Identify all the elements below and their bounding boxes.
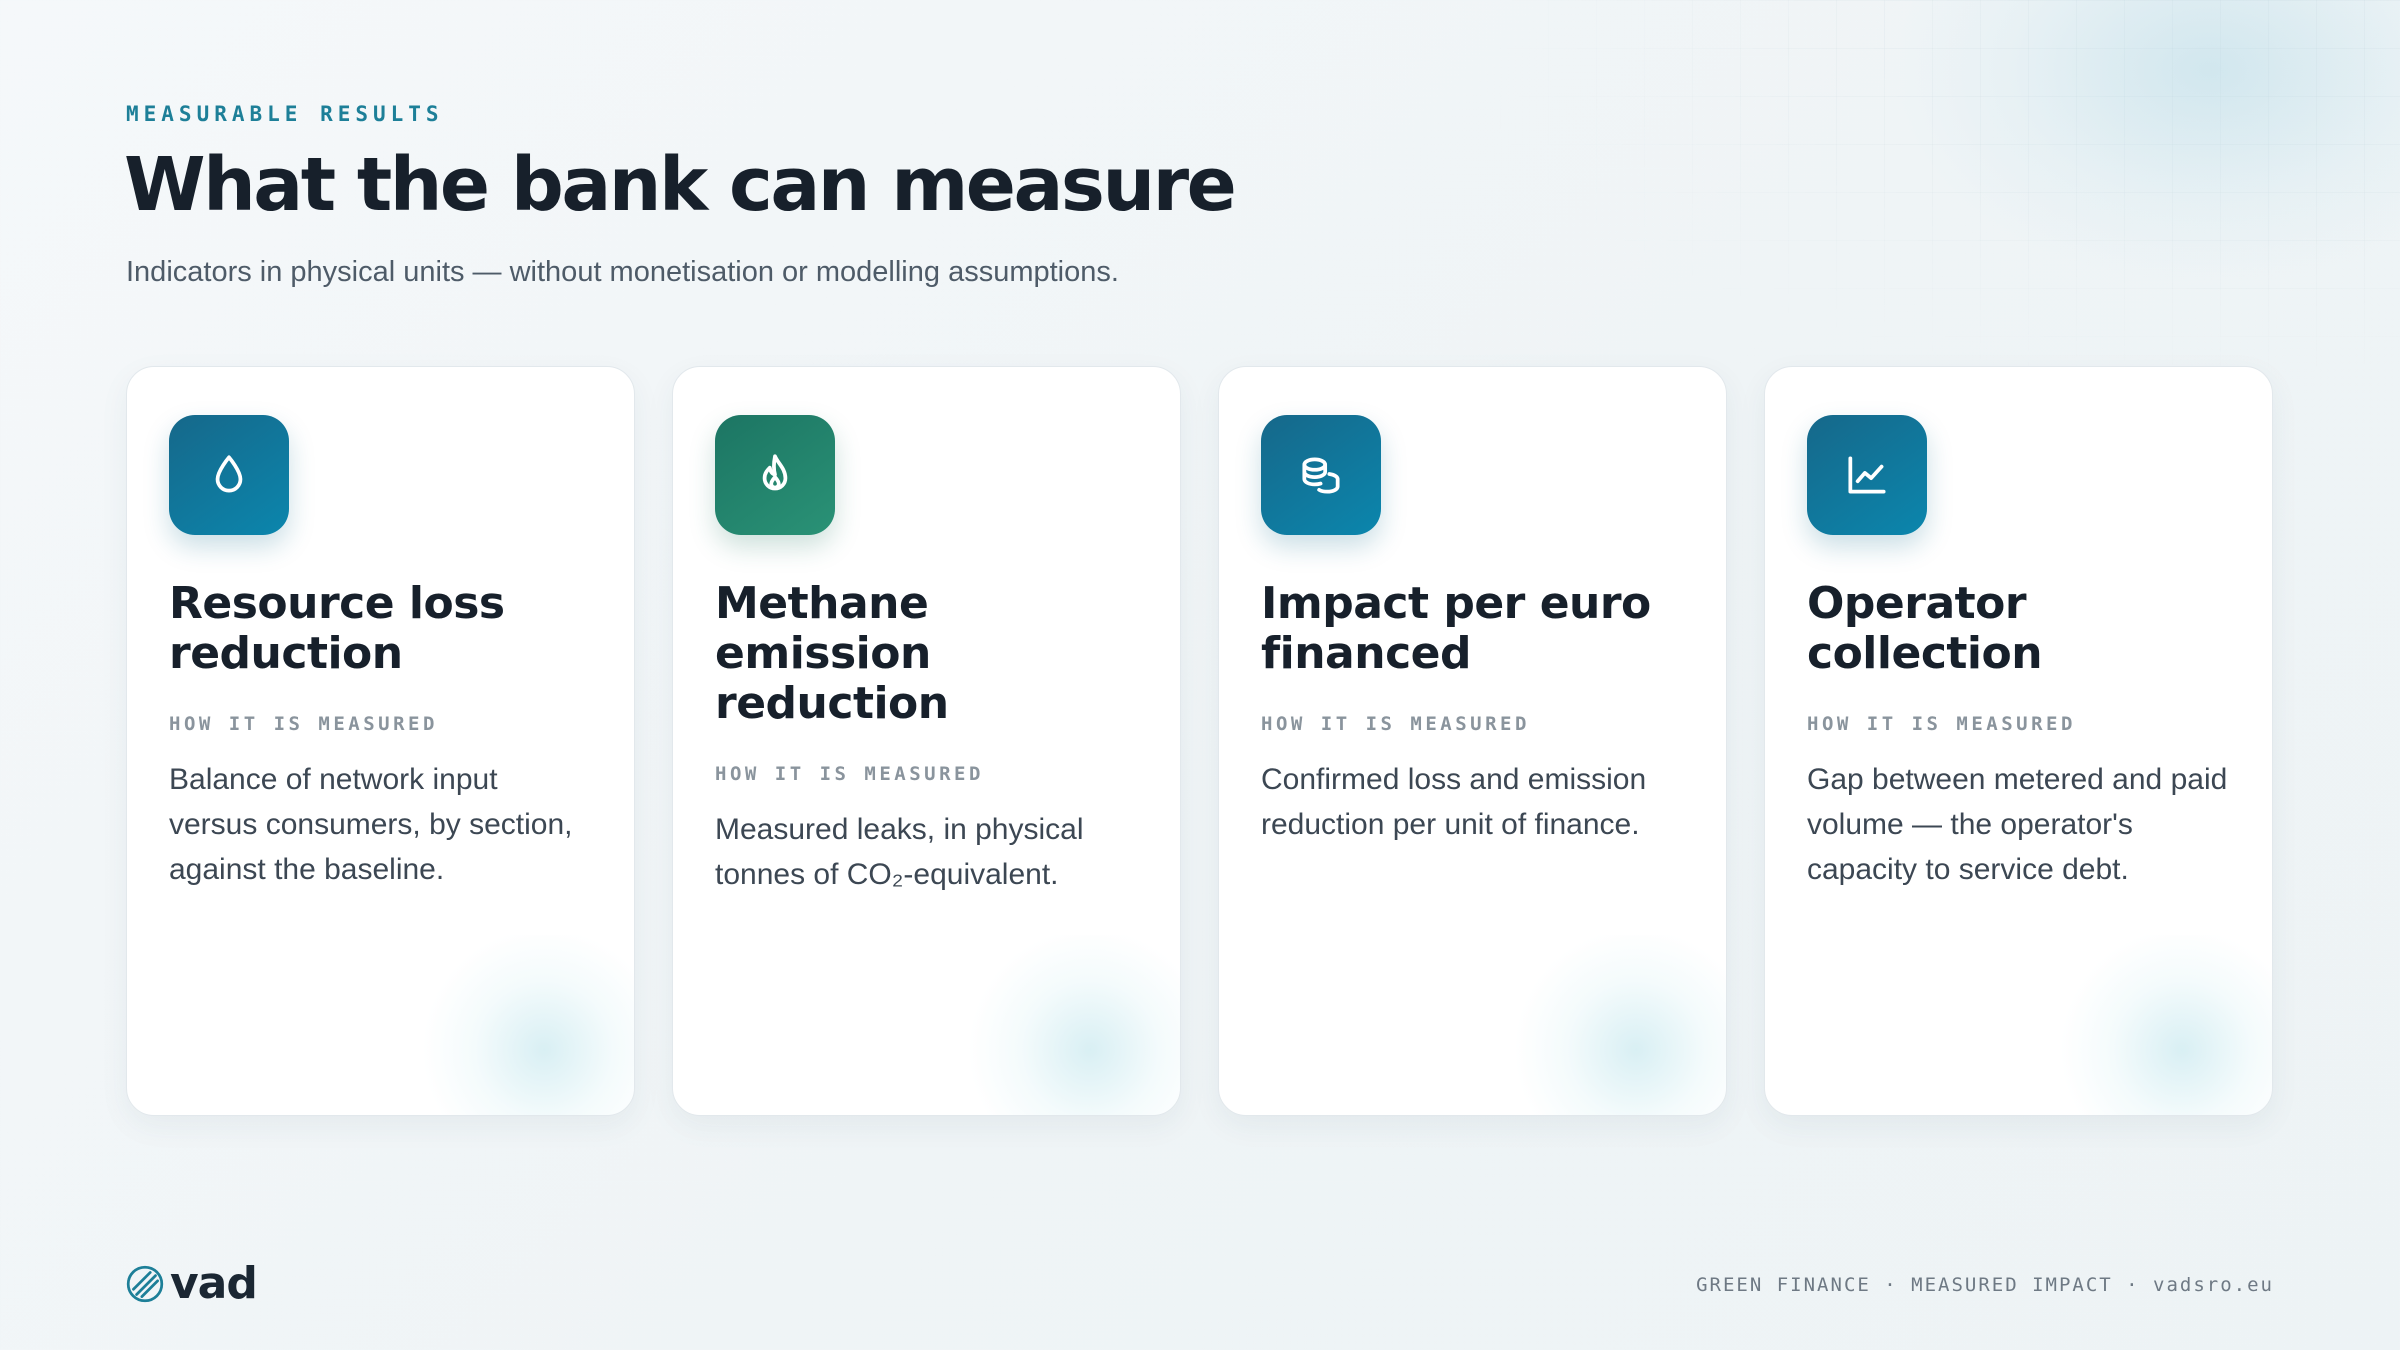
card-description: Gap between metered and paid volume — th… bbox=[1807, 763, 2228, 886]
coins-icon bbox=[1302, 457, 1340, 494]
measure-label: HOW IT IS MEASURED bbox=[1261, 713, 1530, 735]
globe-logo-icon bbox=[126, 1265, 164, 1303]
footer-tagline: GREEN FINANCE · MEASURED IMPACT · vadsro… bbox=[1696, 1274, 2274, 1296]
line-chart-icon bbox=[1848, 456, 1886, 494]
card-resource-loss-reduction: Resource loss reduction HOW IT IS MEASUR… bbox=[126, 366, 635, 1116]
page-title: What the bank can measure bbox=[124, 142, 1237, 228]
card-description: Measured leaks, in physical tonnes of CO… bbox=[715, 813, 1084, 891]
section-eyebrow: MEASURABLE RESULTS bbox=[126, 102, 444, 126]
card-description: Confirmed loss and emission reduction pe… bbox=[1261, 763, 1647, 841]
card-operator-collection: Operator collection HOW IT IS MEASURED G… bbox=[1764, 366, 2273, 1116]
page-subtitle: Indicators in physical units — without m… bbox=[126, 256, 1119, 288]
measure-label: HOW IT IS MEASURED bbox=[169, 713, 438, 735]
icon-tile bbox=[169, 415, 289, 535]
card-glow-decoration bbox=[414, 935, 634, 1115]
card-title: Impact per euro financed bbox=[1261, 578, 1651, 679]
measure-label: HOW IT IS MEASURED bbox=[1807, 713, 2076, 735]
card-title: Methane emission reduction bbox=[715, 578, 949, 729]
card-glow-decoration bbox=[960, 935, 1180, 1115]
card-glow-decoration bbox=[2052, 935, 2272, 1115]
indicator-cards: Resource loss reduction HOW IT IS MEASUR… bbox=[126, 366, 2273, 1116]
background-glow-decoration bbox=[1900, 0, 2400, 280]
logo-wordmark: vad bbox=[170, 1258, 258, 1309]
water-drop-icon bbox=[215, 455, 243, 493]
card-title: Resource loss reduction bbox=[169, 578, 505, 679]
card-methane-emission-reduction: Methane emission reduction HOW IT IS MEA… bbox=[672, 366, 1181, 1116]
card-impact-per-euro-financed: Impact per euro financed HOW IT IS MEASU… bbox=[1218, 366, 1727, 1116]
card-description: Balance of network input versus consumer… bbox=[169, 763, 573, 886]
card-title: Operator collection bbox=[1807, 578, 2043, 679]
icon-tile bbox=[1261, 415, 1381, 535]
icon-tile bbox=[715, 415, 835, 535]
icon-tile bbox=[1807, 415, 1927, 535]
measure-label: HOW IT IS MEASURED bbox=[715, 763, 984, 785]
flame-icon bbox=[762, 454, 788, 491]
card-glow-decoration bbox=[1506, 935, 1726, 1115]
brand-logo: vad bbox=[124, 1258, 258, 1309]
